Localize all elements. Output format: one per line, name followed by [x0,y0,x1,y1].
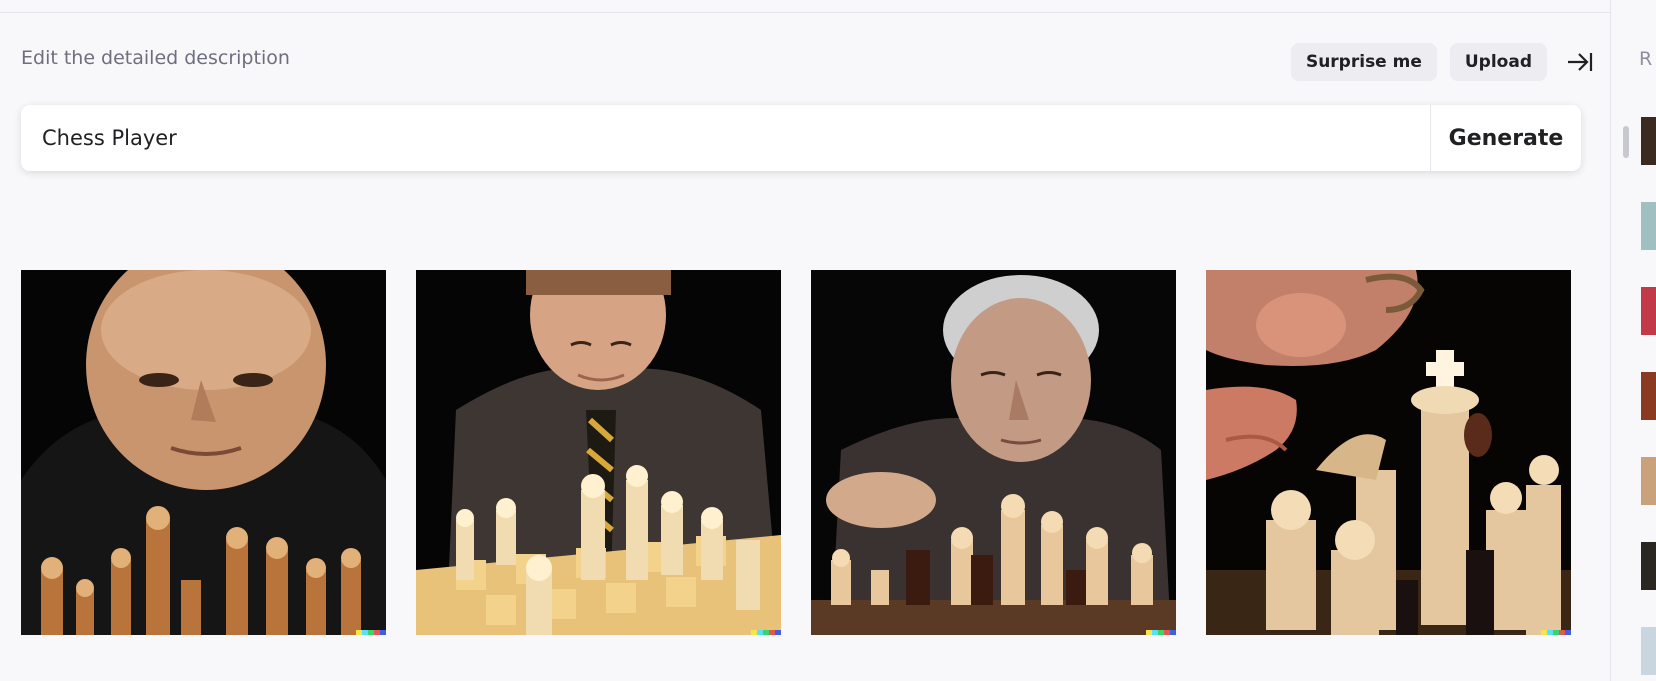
chess-player-image [21,270,386,635]
result-image-2[interactable] [416,270,781,635]
recent-thumbnail[interactable] [1641,627,1656,675]
editor-heading: Edit the detailed description [21,47,290,69]
collapse-sidebar-button[interactable] [1560,43,1600,81]
recent-thumbnail[interactable] [1641,542,1656,590]
result-image-1[interactable] [21,270,386,635]
recent-thumbnail[interactable] [1641,287,1656,335]
chess-player-image [1206,270,1571,635]
editor-actions: Surprise me Upload [1290,43,1600,81]
chess-player-image [416,270,781,635]
chess-player-image [811,270,1176,635]
recent-sidebar: R [1610,0,1656,681]
generate-button[interactable]: Generate [1431,105,1581,171]
sidebar-header: R [1639,48,1653,70]
result-image-4[interactable] [1206,270,1571,635]
signature-mark [1146,630,1176,635]
editor-panel: Edit the detailed description Surprise m… [0,0,1610,681]
recent-thumbnail[interactable] [1641,202,1656,250]
surprise-me-button[interactable]: Surprise me [1290,43,1437,81]
upload-button[interactable]: Upload [1449,43,1547,81]
signature-mark [1541,630,1571,635]
recent-thumbnail[interactable] [1641,372,1656,420]
collapse-right-icon [1568,53,1593,71]
results-grid [21,270,1571,635]
result-image-3[interactable] [811,270,1176,635]
signature-mark [356,630,386,635]
signature-mark [751,630,781,635]
prompt-bar: Generate [21,105,1581,171]
recent-thumbnail[interactable] [1641,457,1656,505]
sidebar-scrollbar[interactable] [1623,126,1629,158]
prompt-input[interactable] [21,105,1430,171]
recent-thumbnail[interactable] [1641,117,1656,165]
